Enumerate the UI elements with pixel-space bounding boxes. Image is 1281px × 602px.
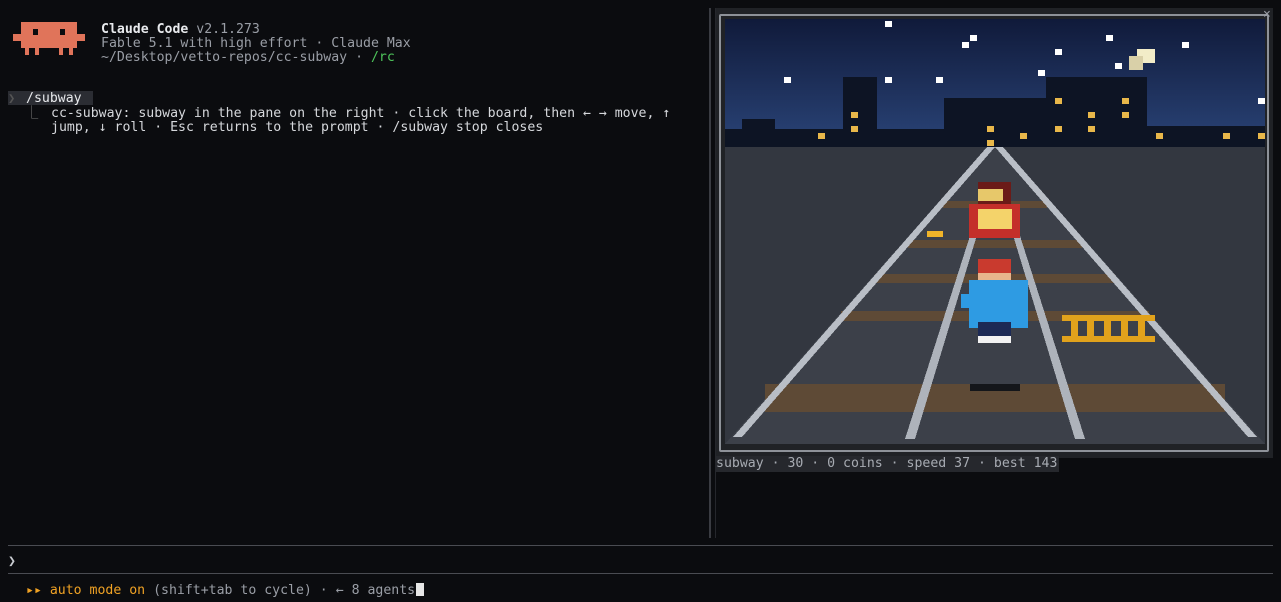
rc-link[interactable]: /rc <box>371 50 395 65</box>
path-separator: · <box>347 50 371 65</box>
reply-line-1: cc-subway: subway in the pane on the rig… <box>51 106 671 121</box>
claude-mascot-icon <box>13 22 85 55</box>
working-directory: ~/Desktop/vetto-repos/cc-subway · /rc <box>101 51 395 65</box>
prompt-divider-top <box>8 545 1273 546</box>
mode-hint: (shift+tab to cycle) · ← 8 agents <box>153 583 416 598</box>
user-command-row: ❯ /subway <box>8 91 93 106</box>
model-line: Fable 5.1 with high effort · Claude Max <box>101 36 411 51</box>
app-title: Claude Code v2.1.273 <box>101 23 260 37</box>
command-caret-icon: ❯ <box>8 91 16 105</box>
text-cursor <box>416 583 425 596</box>
user-command: /subway <box>26 91 82 106</box>
auto-mode-label[interactable]: auto mode on <box>50 583 145 598</box>
track-gap <box>970 384 1020 391</box>
app-name: Claude Code <box>101 22 189 37</box>
status-footer: ▸▸ auto mode on (shift+tab to cycle) · ←… <box>26 583 425 598</box>
barrier <box>1062 315 1155 342</box>
pane-divider[interactable] <box>709 8 716 538</box>
game-status: subway · 30 · 0 coins · speed 37 · best … <box>716 456 1060 472</box>
subway-game-board[interactable] <box>725 19 1265 444</box>
path-text: ~/Desktop/vetto-repos/cc-subway <box>101 50 348 65</box>
prompt-input[interactable] <box>19 555 1259 569</box>
prompt-divider-bottom <box>8 573 1273 574</box>
prompt-caret-icon: ❯ <box>8 554 16 569</box>
coin <box>927 231 943 237</box>
reply-line-2: jump, ↓ roll · Esc returns to the prompt… <box>51 120 544 135</box>
auto-mode-icon: ▸▸ <box>26 583 42 598</box>
app-version: v2.1.273 <box>196 22 260 37</box>
reply-branch-icon: ⎿ <box>25 106 39 121</box>
